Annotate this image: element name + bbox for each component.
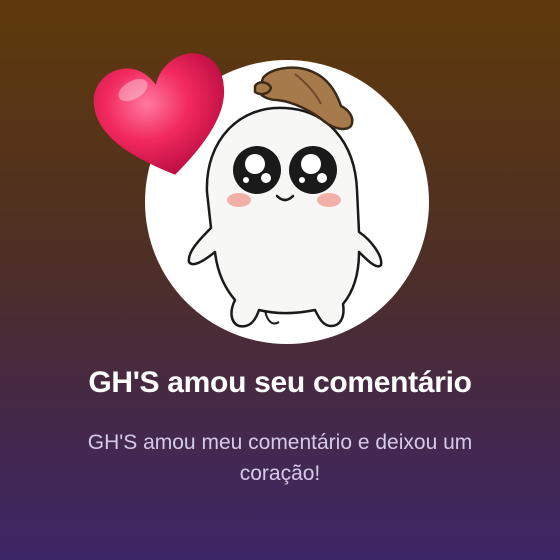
notification-message: GH'S amou meu comentário e deixou um cor… bbox=[87, 431, 473, 485]
heart-icon bbox=[88, 48, 238, 188]
notification-title: GH'S amou seu comentário bbox=[88, 366, 472, 399]
notification-card: GH'S amou seu comentário GH'S amou meu c… bbox=[0, 0, 560, 560]
